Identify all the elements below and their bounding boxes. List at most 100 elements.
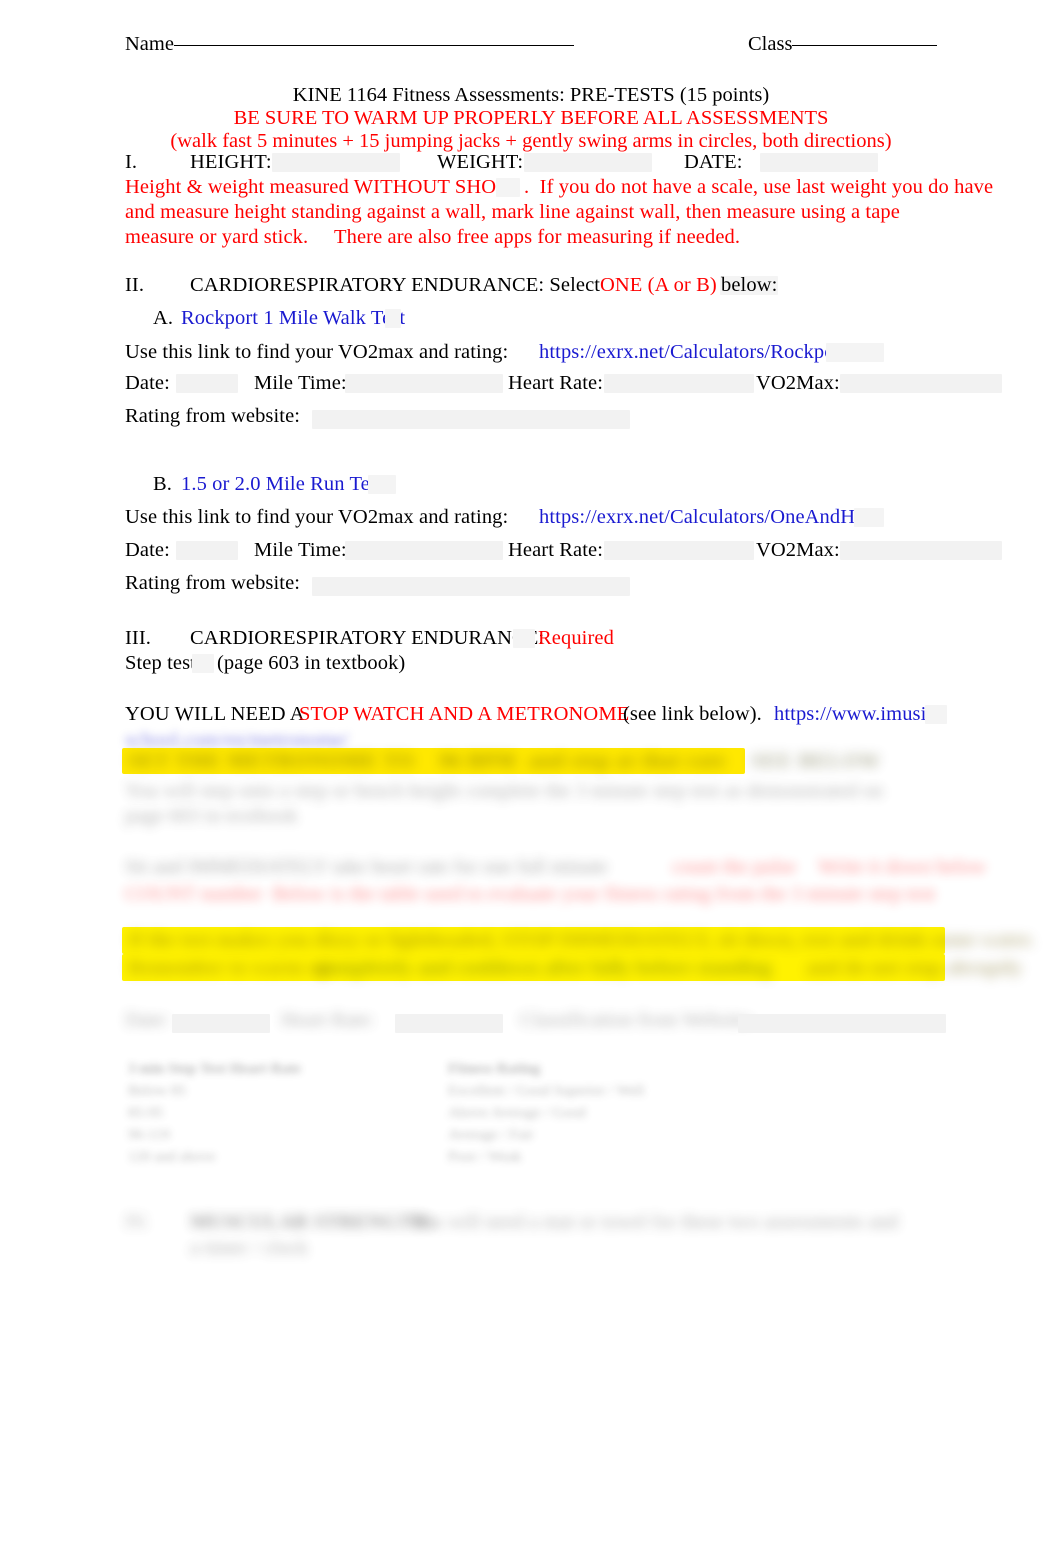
option-b-letter: B. bbox=[153, 473, 172, 495]
option-b-link[interactable]: https://exrx.net/Calculators/OneAndHalf bbox=[539, 505, 877, 530]
need-suffix: (see link below). bbox=[623, 703, 762, 725]
option-a-hr-input[interactable] bbox=[604, 374, 754, 393]
option-a-date-label: Date: bbox=[125, 372, 170, 394]
option-a-hr-label: Heart Rate: bbox=[508, 372, 604, 394]
warmup-detail-line: (walk fast 5 minutes + 15 jumping jacks … bbox=[170, 130, 892, 152]
section-iv-body: You will need a mat or towel for these t… bbox=[410, 1211, 899, 1233]
date-input-section-i[interactable] bbox=[760, 153, 878, 172]
option-a-link-prompt: Use this link to find your VO2max and ra… bbox=[125, 341, 509, 363]
section-iv-numeral: IV. bbox=[125, 1211, 150, 1233]
date-label-section-i: DATE: bbox=[684, 151, 743, 173]
shoes-note-gap bbox=[496, 178, 520, 197]
redacted-table-right-row-3: Poor / Weak bbox=[448, 1149, 522, 1165]
redacted-body-line-2: page 603 in textbook bbox=[125, 805, 298, 827]
option-a-vo2-label: VO2Max: bbox=[756, 372, 840, 394]
shoes-note-part1: Height & weight measured WITHOUT SHOES bbox=[125, 176, 521, 198]
redacted-table-left-row-0: Below 85 bbox=[128, 1083, 186, 1099]
option-a-link-shade bbox=[826, 343, 884, 362]
redacted-highlight-text-5: and do not stop abruptly bbox=[806, 957, 1023, 979]
section-ii-heading-tail-top: below: bbox=[721, 274, 778, 296]
name-label: Name bbox=[125, 33, 174, 55]
section-i-numeral: I. bbox=[125, 151, 138, 173]
section-iii-numeral: III. bbox=[125, 627, 152, 649]
redacted-body-line-4: count the pulse bbox=[672, 856, 797, 878]
redacted-table-left-row-1: 85-95 bbox=[128, 1105, 163, 1121]
redacted-table-left-row-3: 120 and above bbox=[128, 1149, 216, 1165]
class-label: Class bbox=[748, 33, 793, 55]
option-b-hr-input[interactable] bbox=[604, 541, 754, 560]
name-input-rule[interactable] bbox=[173, 45, 574, 46]
step-test-shade bbox=[192, 654, 214, 673]
metronome-link-shade bbox=[925, 705, 947, 724]
redacted-table-right-header: Fitness Rating bbox=[448, 1061, 541, 1077]
option-a-letter: A. bbox=[153, 307, 174, 329]
option-a-rating-input[interactable] bbox=[312, 410, 630, 429]
section-iii-heading: CARDIORESPIRATORY ENDURANCE: bbox=[190, 627, 545, 649]
required-label: Required bbox=[538, 627, 614, 649]
redacted-body-line-6: COUNT number bbox=[125, 883, 263, 905]
step-test-label: Step test bbox=[125, 652, 196, 674]
option-b-miletime-label: Mile Time: bbox=[254, 539, 347, 561]
redacted-highlight-text-2: If the test makes you dizzy or lighthead… bbox=[128, 929, 1035, 951]
weight-input[interactable] bbox=[524, 153, 652, 172]
redacted-result-date-input[interactable] bbox=[172, 1014, 270, 1033]
option-a-title[interactable]: Rockport 1 Mile Walk Test bbox=[181, 306, 405, 331]
step-test-page: (page 603 in textbook) bbox=[217, 652, 406, 674]
redacted-body-line-5: Write it down below bbox=[818, 856, 987, 878]
class-field-group: Class bbox=[748, 32, 938, 56]
option-b-vo2-input[interactable] bbox=[840, 541, 1002, 560]
redacted-result-class-label: Classification from Website: bbox=[520, 1009, 754, 1031]
redacted-table-left-row-2: 96-119 bbox=[128, 1127, 170, 1143]
option-a-date-input[interactable] bbox=[176, 374, 238, 393]
section-iv-heading: MUSCULAR STRENGTH: bbox=[190, 1211, 435, 1233]
redacted-result-class-input[interactable] bbox=[738, 1014, 946, 1033]
redacted-table-right-row-2: Average / Fair bbox=[448, 1127, 534, 1143]
redacted-result-hr-label: Heart Rate: bbox=[281, 1009, 375, 1031]
redacted-table-right-row-1: Above Average / Good bbox=[448, 1105, 586, 1121]
select-one-emphasis: ONE (A or B) bbox=[600, 274, 717, 296]
document-title: KINE 1164 Fitness Assessments: PRE-TESTS… bbox=[292, 84, 770, 106]
shoes-note-part2: . If you do not have a scale, use last w… bbox=[524, 176, 994, 198]
option-a-vo2-input[interactable] bbox=[840, 374, 1002, 393]
option-a-miletime-label: Mile Time: bbox=[254, 372, 347, 394]
weight-label: WEIGHT: bbox=[437, 151, 524, 173]
option-a-title-shade bbox=[385, 309, 401, 328]
redacted-result-hr-input[interactable] bbox=[395, 1014, 503, 1033]
redacted-table-right-row-0: Excellent / Good Superior / Well bbox=[448, 1083, 645, 1099]
redacted-body-line-3: Sit and IMMEDIATELY take heart rate for … bbox=[125, 856, 608, 878]
option-b-link-shade bbox=[854, 508, 884, 527]
option-b-vo2-label: VO2Max: bbox=[756, 539, 840, 561]
option-b-rating-input[interactable] bbox=[312, 577, 630, 596]
need-prefix: YOU WILL NEED A bbox=[125, 703, 305, 725]
option-b-date-input[interactable] bbox=[176, 541, 238, 560]
redacted-body-line-1: You will step onto a step or bench heigh… bbox=[125, 780, 883, 802]
option-b-miletime-input[interactable] bbox=[345, 541, 503, 560]
redacted-table-left-header: 3 min Step Test Heart Rate bbox=[128, 1061, 301, 1077]
section-iii-heading-shade bbox=[513, 629, 535, 648]
section-iv-body2: a timer / clock bbox=[190, 1237, 308, 1259]
class-input-rule[interactable] bbox=[792, 45, 938, 46]
shoes-note-line3: measure or yard stick. There are also fr… bbox=[125, 226, 741, 248]
shoes-note-line2: and measure height standing against a wa… bbox=[125, 201, 900, 223]
option-b-hr-label: Heart Rate: bbox=[508, 539, 604, 561]
document-page: Name Class KINE 1164 Fitness Assessments… bbox=[0, 0, 1062, 1556]
redacted-result-date-label: Date: bbox=[125, 1009, 170, 1031]
section-ii-heading: CARDIORESPIRATORY ENDURANCE: Select bbox=[190, 274, 601, 296]
redacted-highlight-text-4: completely and cooldown after fully befo… bbox=[318, 957, 772, 979]
option-a-link[interactable]: https://exrx.net/Calculators/Rockport bbox=[539, 340, 847, 365]
metronome-link[interactable]: https://www.imusic- bbox=[774, 702, 943, 727]
option-b-date-label: Date: bbox=[125, 539, 170, 561]
redacted-highlight-text-3: Remember to warm up bbox=[128, 957, 331, 979]
height-label: HEIGHT: bbox=[190, 151, 272, 173]
section-ii-numeral: II. bbox=[125, 274, 145, 296]
option-a-rating-label: Rating from website: bbox=[125, 405, 301, 427]
name-field-group: Name bbox=[125, 32, 574, 56]
warmup-warning-line: BE SURE TO WARM UP PROPERLY BEFORE ALL A… bbox=[233, 107, 829, 129]
need-emphasis: STOP WATCH AND A METRONOME bbox=[299, 703, 630, 725]
option-a-miletime-input[interactable] bbox=[345, 374, 503, 393]
option-b-title[interactable]: 1.5 or 2.0 Mile Run Test bbox=[181, 472, 384, 497]
redacted-highlight-text-1: SET THE METRONOME TO 96 BPM and step at … bbox=[128, 750, 882, 772]
redacted-body-line-7: Below is the table used to evaluate your… bbox=[272, 883, 936, 905]
height-input[interactable] bbox=[272, 153, 400, 172]
option-b-rating-label: Rating from website: bbox=[125, 572, 301, 594]
